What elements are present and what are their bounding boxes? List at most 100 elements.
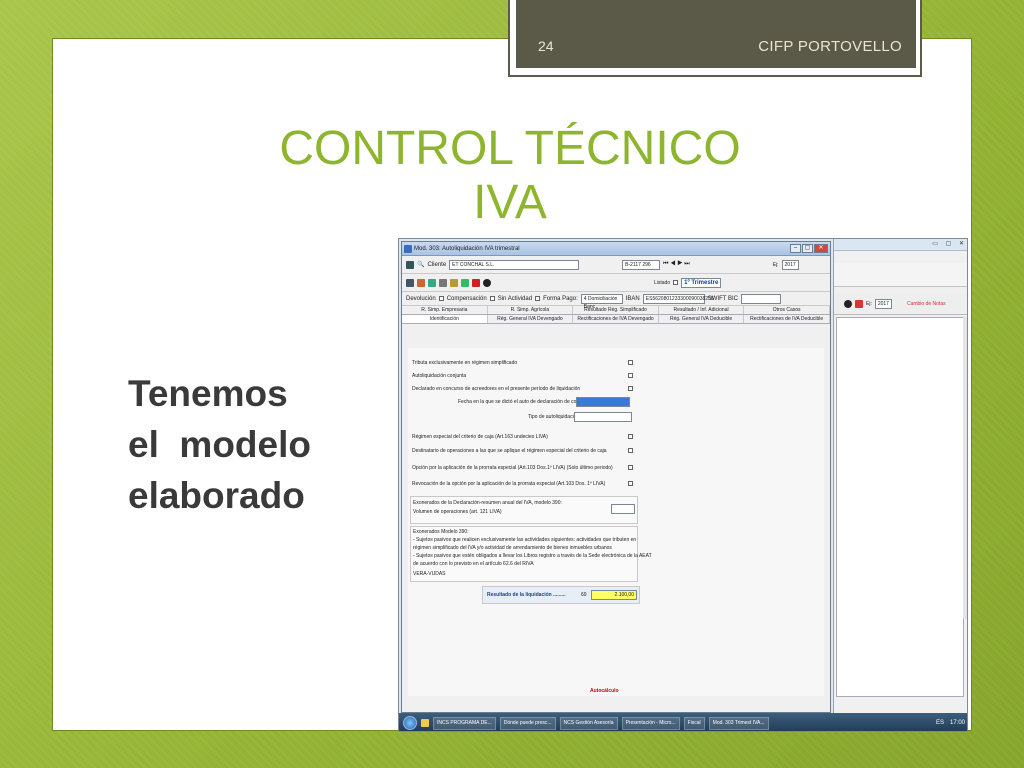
note-line-3: régimen simplificado del IVA y/o activid… — [413, 545, 612, 551]
field-checkbox-3[interactable] — [628, 386, 633, 391]
print-icon[interactable] — [439, 278, 447, 287]
check-icon[interactable] — [428, 278, 436, 287]
field-label-5: Tipo de autoliquidación — [528, 414, 580, 420]
taskbar-item-6[interactable]: Mod. 303 Trimest IVA... — [708, 716, 769, 730]
person-icon[interactable] — [406, 260, 414, 269]
bg-year-label: Ej: — [866, 300, 872, 307]
nav-arrows-icon[interactable]: ⏮ ◀ ▶ ⏭ — [663, 261, 690, 268]
tab-simp-empresaria[interactable]: R. Simp. Empresaria — [402, 306, 488, 314]
tab-rect-deducible[interactable]: Rectificaciones de IVA Deducible — [744, 315, 830, 323]
info-icon[interactable] — [844, 299, 852, 308]
field-label-6: Régimen especial del criterio de caja (A… — [412, 434, 548, 440]
window-titlebar: Mod. 303: Autoliquidación IVA trimestral… — [402, 242, 830, 256]
taskbar: INCS PROGRAMA DE... Dónde puede presc...… — [399, 713, 967, 731]
bg-scrollbar[interactable] — [963, 317, 967, 619]
tabs-row-1: R. Simp. Empresaria R. Simp. Agrícola Re… — [402, 306, 830, 315]
window-controls: – ▢ ✕ — [790, 244, 828, 253]
bg-window-controls[interactable]: ▭ ▢ ✕ — [932, 240, 967, 247]
main-window: Mod. 303: Autoliquidación IVA trimestral… — [401, 241, 831, 713]
body-text: Tenemos el modelo elaborado — [128, 368, 398, 521]
folder-icon[interactable] — [450, 278, 458, 287]
start-button[interactable] — [403, 716, 417, 730]
year-field[interactable]: 2017 — [781, 259, 799, 270]
bg-titlebar: ▭ ▢ ✕ — [834, 239, 967, 251]
search-icon[interactable]: 🔍 — [417, 261, 424, 268]
slide-number: 24 — [538, 38, 554, 54]
note-line-5: de acuerdo con lo previsto en el artícul… — [413, 561, 534, 567]
excel-icon[interactable] — [461, 278, 469, 287]
result-label: Resultado de la liquidación ......... — [487, 592, 566, 598]
field-checkbox-9[interactable] — [628, 481, 633, 486]
tab-iva-devengado[interactable]: Rég. General IVA Devengado — [488, 315, 574, 323]
slide-title: CONTROL TÉCNICO IVA — [200, 122, 820, 230]
tab-identificacion[interactable]: Identificación — [402, 315, 488, 323]
volumen-label: Volumen de operaciones (art. 121 LIVA) — [413, 509, 502, 515]
tab-rect-devengado[interactable]: Rectificaciones de IVA Devengado — [573, 315, 659, 323]
pdf-icon[interactable] — [472, 278, 480, 287]
info-icon[interactable] — [483, 278, 491, 287]
close-button[interactable]: ✕ — [814, 244, 828, 253]
listado-label: Listado — [654, 279, 671, 286]
bg-year-field[interactable]: 2017 — [874, 298, 892, 309]
field-label-8: Opción por la aplicación de la prorrata … — [412, 465, 613, 471]
taskbar-item-3[interactable]: NCS Gestión Asesoría — [559, 716, 618, 730]
taskbar-item-2[interactable]: Dónde puede presc... — [499, 716, 556, 730]
opt-iban: IBAN — [625, 295, 640, 302]
field-label-2: Autoliquidación conjunta — [412, 373, 467, 379]
field-label-4: Fecha en la que se dictó el auto de decl… — [458, 399, 592, 405]
window-title: Mod. 303: Autoliquidación IVA trimestral — [414, 246, 520, 252]
concurso-date-field[interactable] — [576, 397, 630, 407]
result-code: 69 — [581, 592, 587, 598]
app-icon — [404, 245, 412, 253]
tab-resultado-adicional[interactable]: Resultado / Inf. Adicional — [659, 306, 745, 314]
iban-field[interactable]: ES5620801233300090038256 — [642, 293, 714, 304]
client-nif-field[interactable]: B-2117 296 — [622, 259, 661, 270]
tab-iva-deducible[interactable]: Rég. General IVA Deducible — [659, 315, 745, 323]
organization-label: CIFP PORTOVELLO — [758, 38, 902, 55]
swift-field[interactable] — [741, 293, 782, 304]
bg-toolbar — [834, 263, 967, 287]
opt-compensacion: Compensación — [446, 295, 487, 302]
explorer-icon[interactable] — [421, 719, 429, 727]
taskbar-item-5[interactable]: Fiscal — [683, 716, 705, 730]
save-icon[interactable] — [417, 278, 425, 287]
exonerados-box: Exonerados de la Declaración-resumen anu… — [410, 496, 638, 524]
exonerados-label: Exonerados de la Declaración-resumen anu… — [413, 500, 562, 506]
result-value: 2.100,00 — [591, 590, 637, 600]
background-window: ▭ ▢ ✕ Ej: 2017 Cambio de Notas — [833, 239, 967, 713]
taskbar-item-1[interactable]: INCS PROGRAMA DE... — [433, 716, 496, 730]
note-line-2: - Sujetos pasivos que realicen exclusiva… — [413, 537, 637, 543]
result-box: Resultado de la liquidación ......... 69… — [482, 586, 640, 604]
field-checkbox-6[interactable] — [628, 434, 633, 439]
opt-devolucion: Devolución — [406, 295, 436, 302]
tray-language[interactable]: ES — [936, 720, 944, 726]
stop-icon[interactable] — [855, 299, 863, 308]
taskbar-item-4[interactable]: Presentación - Micro... — [621, 716, 680, 730]
client-name-field[interactable]: ET CONCHAL S.L. — [449, 259, 580, 270]
compensacion-checkbox[interactable] — [489, 296, 495, 301]
field-label-9: Revocación de la opción por la aplicació… — [412, 481, 606, 487]
field-checkbox-2[interactable] — [628, 373, 633, 378]
period-select[interactable]: 1º Trimestre — [681, 277, 722, 288]
field-checkbox-1[interactable] — [628, 360, 633, 365]
tab-simp-agricola[interactable]: R. Simp. Agrícola — [488, 306, 574, 314]
sin-actividad-checkbox[interactable] — [535, 296, 541, 301]
tipo-autoliquidacion-select[interactable] — [574, 412, 632, 422]
field-checkbox-7[interactable] — [628, 448, 633, 453]
volumen-select[interactable] — [611, 504, 635, 514]
system-tray: ES 17:00 — [936, 720, 967, 726]
field-label-7: Destinatario de operaciones a las que se… — [412, 448, 607, 454]
body-line-2: el modelo — [128, 424, 311, 465]
forma-pago-select[interactable]: 4 Domiciliación Banc — [580, 293, 623, 310]
bg-action-link[interactable]: Cambio de Notas — [907, 301, 946, 307]
minimize-button[interactable]: – — [790, 244, 801, 253]
devolucion-checkbox[interactable] — [438, 296, 444, 301]
embedded-screenshot: ▭ ▢ ✕ Ej: 2017 Cambio de Notas Mod. 303:… — [398, 238, 968, 732]
field-checkbox-8[interactable] — [628, 465, 633, 470]
tab-otros-casos[interactable]: Otros Casos — [744, 306, 830, 314]
listado-checkbox[interactable] — [673, 280, 679, 285]
tool-icon[interactable] — [406, 278, 414, 287]
bg-content — [836, 317, 964, 697]
maximize-button[interactable]: ▢ — [802, 244, 813, 253]
tray-time[interactable]: 17:00 — [950, 720, 965, 726]
